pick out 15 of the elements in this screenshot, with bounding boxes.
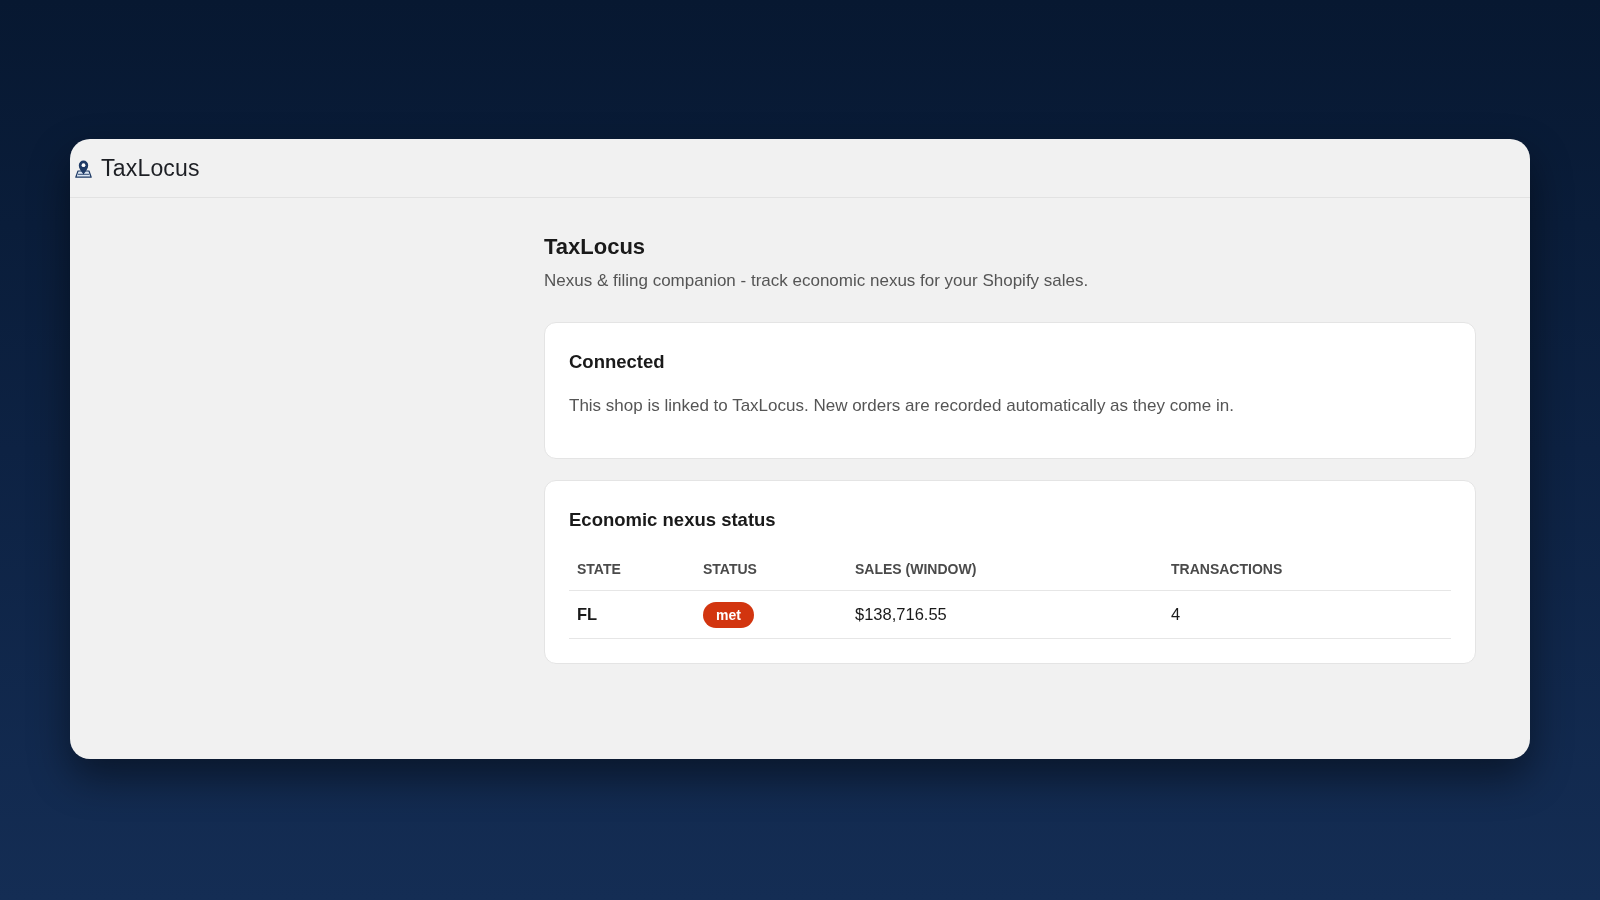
column-header: STATE bbox=[569, 547, 695, 591]
column-header: STATUS bbox=[695, 547, 847, 591]
card-title: Connected bbox=[569, 350, 665, 374]
card-text: This shop is linked to TaxLocus. New orders are recorded automatically as they come in. bbox=[569, 395, 1235, 417]
card-title: Economic nexus status bbox=[569, 508, 776, 532]
state-cell: FL bbox=[569, 590, 695, 639]
status-badge: met bbox=[703, 601, 754, 628]
sales-cell: $138,716.55 bbox=[847, 590, 1163, 639]
page-subtitle: Nexus & filing companion - track economic nexus for your Shopify sales. bbox=[544, 270, 1089, 292]
transactions-cell: 4 bbox=[1163, 590, 1451, 639]
column-header: SALES (WINDOW) bbox=[847, 547, 1163, 591]
page-title: TaxLocus bbox=[544, 233, 646, 261]
map-pin-icon bbox=[75, 158, 92, 178]
app-title: TaxLocus bbox=[101, 154, 200, 182]
column-header: TRANSACTIONS bbox=[1163, 547, 1451, 591]
